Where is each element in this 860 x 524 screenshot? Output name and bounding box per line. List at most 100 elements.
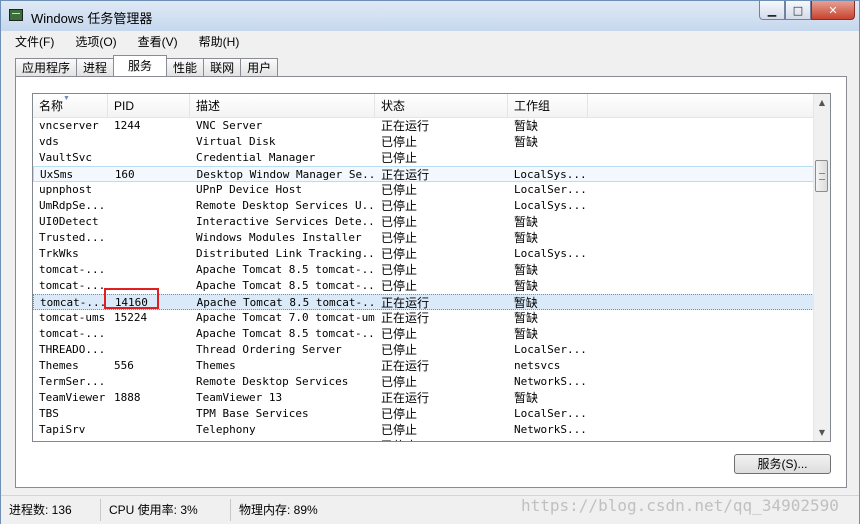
window-title: Windows 任务管理器 (31, 11, 153, 26)
table-row[interactable]: tomcat-... Apache Tomcat 8.5 tomcat-... 已停… (33, 278, 814, 294)
menu-bar: 文件(F) 选项(O) 查看(V) 帮助(H) (1, 31, 859, 50)
table-row[interactable]: TBS TPM Base Services 已停止 LocalSer... (33, 406, 814, 422)
cell-group (508, 150, 814, 166)
cell-pid (108, 198, 190, 214)
vertical-scrollbar[interactable]: ▲ ▼ (813, 94, 830, 441)
table-row[interactable]: TrkWks Distributed Link Tracking... 已停止 Loc… (33, 246, 814, 262)
table-row[interactable]: VaultSvc Credential Manager 已停止 (33, 150, 814, 166)
cell-group: LocalSer... (514, 407, 587, 420)
table-row[interactable]: UmRdpSe... Remote Desktop Services U... 已停… (33, 198, 814, 214)
column-header-pid[interactable]: PID (108, 94, 190, 117)
status-cpu-usage: CPU 使用率: 3% (101, 499, 231, 521)
title-bar[interactable]: Windows 任务管理器 ▁ □ ✕ (1, 1, 859, 32)
tab-users[interactable]: 用户 (240, 58, 279, 76)
cell-name: THREADO... (39, 343, 106, 356)
cell-status: 已停止 (381, 263, 418, 277)
task-manager-window: Windows 任务管理器 ▁ □ ✕ 文件(F) 选项(O) 查看(V) 帮助… (0, 0, 860, 524)
cell-description: Credential Manager (196, 151, 316, 164)
column-header-group[interactable]: 工作组 (508, 94, 588, 117)
cell-name: TrkWks (39, 247, 79, 260)
maximize-button[interactable]: □ (785, 1, 811, 20)
table-row[interactable]: UxSms 160 Desktop Window Manager Se... 正在运行… (33, 166, 814, 182)
services-button[interactable]: 服务(S)... (734, 454, 831, 474)
minimize-button[interactable]: ▁ (759, 1, 785, 20)
status-memory: 物理内存: 89% (239, 503, 318, 517)
scroll-thumb[interactable] (815, 160, 828, 192)
cell-name: UI0Detect (39, 215, 99, 228)
tab-applications[interactable]: 应用程序 (15, 58, 78, 76)
cell-description: Apache Tomcat 7.0 tomcat-ums (196, 311, 375, 324)
table-row[interactable]: tomcat-... Apache Tomcat 8.5 tomcat-... 已停… (33, 326, 814, 342)
cell-name: Themes (39, 359, 79, 372)
cell-status: 已停止 (381, 183, 418, 197)
tab-processes[interactable]: 进程 (76, 58, 115, 76)
cell-pid (108, 214, 190, 230)
table-row[interactable]: vncserver 1244 VNC Server 正在运行 暂缺 (33, 118, 814, 134)
cell-description: Apache Tomcat 8.5 tomcat-... (196, 279, 375, 292)
table-row[interactable]: Trusted... Windows Modules Installer 已停止 暂缺 (33, 230, 814, 246)
cell-description: Interactive Services Dete... (196, 215, 375, 228)
cell-pid (108, 262, 190, 278)
table-row[interactable]: TeamViewer 1888 TeamViewer 13 正在运行 暂缺 (33, 390, 814, 406)
menu-file[interactable]: 文件(F) (1, 31, 61, 50)
table-row[interactable]: tomcat-... Apache Tomcat 8.5 tomcat-... 已停… (33, 262, 814, 278)
cell-group: NetworkS... (514, 423, 587, 436)
services-list[interactable]: ▼ 名称 PID 描述 状态 工作组 vncserver 1244 VNC Serv… (32, 93, 831, 442)
table-row[interactable]: Themes 556 Themes 正在运行 netsvcs (33, 358, 814, 374)
cell-name: tomcat-... (39, 263, 106, 276)
status-bar: 进程数: 136 CPU 使用率: 3% 物理内存: 89% (1, 495, 859, 524)
table-row[interactable]: upnphost UPnP Device Host 已停止 LocalSer... (33, 182, 814, 198)
cell-status: 正在运行 (381, 359, 430, 373)
cell-group: 暂缺 (514, 311, 539, 325)
scroll-down-icon[interactable]: ▼ (814, 424, 830, 441)
cell-pid (108, 150, 190, 166)
cell-group: 暂缺 (514, 391, 539, 405)
close-button[interactable]: ✕ (811, 1, 855, 20)
task-manager-icon (9, 9, 23, 21)
cell-pid: 556 (114, 359, 134, 372)
table-row[interactable]: tomcat-ums 15224 Apache Tomcat 7.0 tomcat-… (33, 310, 814, 326)
column-header-status[interactable]: 状态 (375, 94, 508, 117)
scroll-up-icon[interactable]: ▲ (814, 94, 830, 111)
cell-description: Windows Modules Installer (196, 231, 362, 244)
menu-help[interactable]: 帮助(H) (185, 31, 247, 50)
cell-pid (108, 246, 190, 262)
tab-services[interactable]: 服务 (113, 55, 168, 76)
cell-pid (108, 134, 190, 150)
cell-name: UmRdpSe... (39, 199, 106, 212)
table-row[interactable]: THREADO... Thread Ordering Server 已停止 Local… (33, 342, 814, 358)
menu-options[interactable]: 选项(O) (61, 31, 123, 50)
cell-group: NetworkS... (514, 375, 587, 388)
cell-group: LocalSys... (514, 199, 587, 212)
cell-status: 已停止 (381, 199, 418, 213)
cell-status: 已停止 (381, 343, 418, 357)
table-row[interactable]: TapiSrv Telephony 已停止 NetworkS... (33, 422, 814, 438)
cell-group: LocalSys... (513, 168, 587, 181)
table-row[interactable]: tomcat-... 14160 Apache Tomcat 8.5 tomcat-… (33, 294, 814, 310)
cell-pid (108, 342, 190, 358)
cell-description: Apache Tomcat 8.5 tomcat-... (196, 296, 376, 309)
cell-name: vncserver (39, 119, 99, 132)
cell-pid: 14160 (114, 296, 148, 309)
cell-status: 正在运行 (381, 119, 430, 133)
menu-view[interactable]: 查看(V) (124, 31, 185, 50)
cell-pid (108, 182, 190, 198)
cell-description: TPM Base Services (196, 407, 309, 420)
cell-name: UxSms (40, 168, 74, 181)
cell-name: tomcat-ums (39, 311, 106, 324)
cell-name: TapiSrv (39, 423, 86, 436)
table-row[interactable]: UI0Detect Interactive Services Dete... 已停止… (33, 214, 814, 230)
table-row[interactable]: TabletI... Tablet PC Input Service已停止Loca… (33, 438, 814, 441)
cell-name: TermSer... (39, 375, 106, 388)
tab-performance[interactable]: 性能 (166, 58, 205, 76)
cell-description: Tablet PC Input Service (190, 438, 375, 441)
column-header-description[interactable]: 描述 (190, 94, 375, 117)
table-row[interactable]: vds Virtual Disk 已停止 暂缺 (33, 134, 814, 150)
tab-networking[interactable]: 联网 (203, 58, 242, 76)
cell-name: TeamViewer (39, 391, 106, 404)
cell-group: LocalSer... (514, 343, 587, 356)
column-header-name[interactable]: ▼ 名称 (33, 94, 108, 117)
cell-name: vds (39, 135, 59, 148)
cell-status: 已停止 (381, 407, 418, 421)
table-row[interactable]: TermSer... Remote Desktop Services 已停止 Netw… (33, 374, 814, 390)
